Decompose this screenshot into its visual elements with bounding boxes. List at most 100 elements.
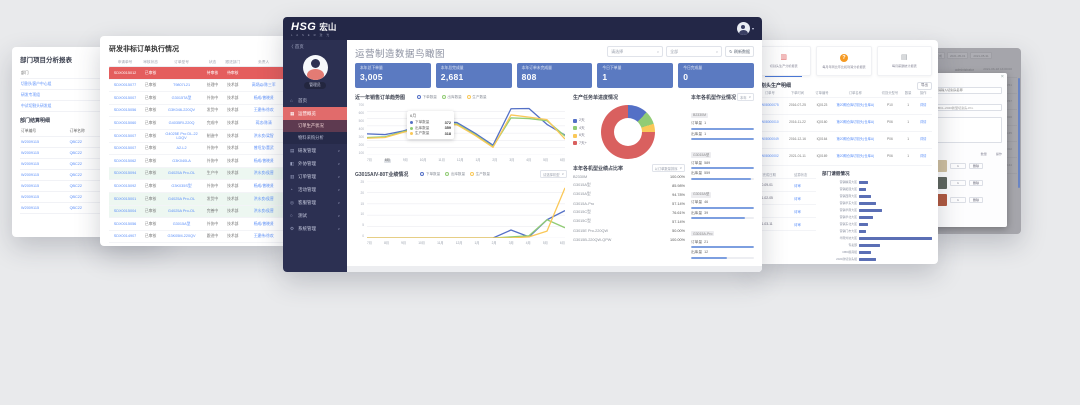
sidebar-item[interactable]: ◎ 客服管理 ∨ bbox=[283, 196, 347, 209]
horizontal-scrollbar[interactable] bbox=[347, 266, 762, 272]
model-cell[interactable]: G4035RI-220Q bbox=[160, 121, 203, 125]
share-sort-select[interactable]: 以订单数量排序 ∨ bbox=[652, 164, 686, 172]
table-row[interactable]: SDX0015012 已审核 待审核 待审核 bbox=[109, 67, 284, 80]
owner-link[interactable]: 洪水良/梁智 bbox=[243, 134, 284, 138]
order-id-link[interactable]: W2009115 bbox=[20, 161, 69, 167]
settle-status-link[interactable]: 待审 bbox=[794, 222, 816, 227]
request-id-cell[interactable]: SDX0015056 bbox=[109, 108, 141, 112]
refresh-data-button[interactable]: ↻ 刷新数据 bbox=[725, 46, 754, 57]
order-name-link[interactable]: QBC22 bbox=[69, 205, 103, 211]
dept-name-link[interactable]: 中试切割头研发组 bbox=[20, 103, 102, 109]
detail-link[interactable]: 详情 bbox=[914, 155, 932, 159]
order-name-link[interactable]: QBC22 bbox=[69, 150, 103, 156]
detail-link[interactable]: 详情 bbox=[914, 138, 932, 142]
request-id-cell[interactable]: SDX0015092 bbox=[109, 184, 141, 188]
order-name-link[interactable]: QBC22 bbox=[69, 183, 103, 189]
table-row[interactable]: SDX0015056 已审核 G3K046-220QV 发货中 技术部 王建伟/… bbox=[109, 105, 284, 118]
model-cell[interactable]: G4025E Pro DL-22 LDQV bbox=[160, 132, 203, 140]
owner-link[interactable]: 高炳焱/陈三军 bbox=[243, 83, 284, 87]
request-id-cell[interactable]: SDX0015004 bbox=[109, 209, 141, 213]
report-tab[interactable]: ▥ 切割头生产分析报表 bbox=[756, 46, 811, 76]
model-input[interactable] bbox=[935, 104, 1002, 111]
settle-status-link[interactable]: 待审 bbox=[794, 183, 816, 188]
quantity-input[interactable]: 1 bbox=[950, 180, 966, 186]
caret-down-icon[interactable]: ▾ bbox=[752, 26, 754, 31]
request-id-cell[interactable]: SDX0015001 bbox=[109, 197, 141, 201]
dept-name-link[interactable]: 研发专项组 bbox=[20, 92, 102, 98]
model-cell[interactable]: G4025A Pro-OL bbox=[160, 209, 203, 213]
order-name-cell[interactable]: 第20期仓库切割头(仓库A) bbox=[833, 121, 878, 125]
model-cell[interactable]: G3015A型 bbox=[160, 222, 203, 226]
legend-item[interactable]: 出库数量 bbox=[442, 95, 462, 100]
dept-name-link[interactable]: 切割头客户中心组 bbox=[20, 81, 102, 87]
request-id-cell[interactable]: SDX0015060 bbox=[109, 121, 141, 125]
legend-item[interactable]: 生产数量 bbox=[467, 95, 487, 100]
model-cell[interactable]: A2-L2 bbox=[160, 146, 203, 150]
sidebar-item-home[interactable]: ⌂ 首页 bbox=[283, 94, 347, 107]
back-home-link[interactable]: 〈 首页 bbox=[283, 40, 347, 52]
legend-item[interactable]: 生产数量 bbox=[470, 172, 490, 177]
quantity-input[interactable]: 1 bbox=[950, 163, 966, 169]
sidebar-item[interactable]: ◔ 活动管理 ∨ bbox=[283, 183, 347, 196]
delete-button[interactable]: 删除 bbox=[969, 163, 983, 169]
owner-link[interactable]: 杨成/曾晓贤 bbox=[243, 159, 284, 163]
export-button[interactable]: 导出 bbox=[917, 82, 932, 90]
legend-item[interactable]: 2天 bbox=[573, 118, 597, 123]
order-name-link[interactable]: QBC22 bbox=[69, 139, 103, 145]
owner-link[interactable]: 王建伟/徐欢 bbox=[243, 108, 284, 112]
column-header[interactable]: 订单型号 bbox=[160, 60, 203, 64]
close-icon[interactable]: × bbox=[1001, 75, 1004, 81]
request-id-cell[interactable]: SDX0015007 bbox=[109, 134, 141, 138]
request-id-cell[interactable]: SDX0015007 bbox=[109, 146, 141, 150]
table-row[interactable]: SDX0015007 已审核 G4025E Pro DL-22 LDQV 制造中… bbox=[109, 130, 284, 143]
request-id-cell[interactable]: SDX0015077 bbox=[109, 83, 141, 87]
legend-item[interactable]: 出库数量 bbox=[445, 172, 465, 177]
settle-status-link[interactable]: 待审 bbox=[794, 209, 816, 214]
table-row[interactable]: SDX0014906 已审核 TL300-E 制造中 技术部 赵明/林三彩 bbox=[109, 243, 284, 246]
legend-item[interactable]: 4天 bbox=[573, 126, 597, 131]
settle-status-link[interactable]: 待审 bbox=[794, 196, 816, 201]
order-id-link[interactable]: W2009115 bbox=[20, 172, 69, 178]
table-row[interactable]: SDX0015001 已审核 G4025A Pro-OL 发货中 技术部 洪水良… bbox=[109, 193, 284, 206]
model-cell[interactable]: G4025A Pro-OL bbox=[160, 171, 203, 175]
detail-link[interactable]: 详情 bbox=[914, 104, 932, 108]
table-row[interactable]: SDX0015094 已审核 G4025A Pro-OL 生产中 技术部 洪水良… bbox=[109, 168, 284, 181]
model-cell[interactable]: G3K05M-220QV bbox=[160, 234, 203, 238]
column-header[interactable]: 审核状态 bbox=[141, 60, 160, 64]
column-header[interactable]: 负责人 bbox=[243, 60, 284, 64]
order-name-cell[interactable]: 第20期仓库切割头(仓库A) bbox=[833, 138, 878, 142]
table-row[interactable]: SDX0015077 已审核 T9807L21 处理中 技术部 高炳焱/陈三军 bbox=[109, 80, 284, 93]
column-header[interactable]: 跟进部门 bbox=[222, 60, 243, 64]
table-row[interactable]: SDX0015092 已审核 G3K035S型 外协中 技术部 杨成/曾晓贤 bbox=[109, 180, 284, 193]
report-tab[interactable]: ▤ 每月薪酬统计报表 bbox=[877, 46, 932, 76]
legend-item[interactable]: 下单数量 bbox=[417, 95, 437, 100]
table-row[interactable]: SDX0015060 已审核 G4035RI-220Q 完成中 技术部 蒋忠/陈… bbox=[109, 117, 284, 130]
user-menu[interactable]: ▾ bbox=[737, 22, 754, 35]
column-header[interactable]: 申请单号 bbox=[109, 60, 141, 64]
request-id-cell[interactable]: SDX0015012 bbox=[109, 71, 141, 75]
model-cell[interactable]: G3K035S型 bbox=[160, 184, 203, 188]
profile-avatar[interactable] bbox=[303, 55, 328, 80]
request-id-cell[interactable]: SDX0015007 bbox=[109, 96, 141, 100]
owner-link[interactable]: 洪水良/侯营 bbox=[243, 197, 284, 201]
machine-period-select[interactable]: 本年 ∨ bbox=[737, 93, 754, 101]
table-row[interactable]: W08000049 2016-12-16 IQ0164 第20期仓库切割头(仓库… bbox=[756, 132, 932, 149]
order-id-link[interactable]: W2009115 bbox=[20, 205, 69, 211]
request-id-cell[interactable]: SDX0015094 bbox=[109, 171, 141, 175]
owner-link[interactable]: 曾绍龙/董武 bbox=[243, 146, 284, 150]
model-cell[interactable]: G3015TA型 bbox=[160, 96, 203, 100]
order-id-link[interactable]: W2009115 bbox=[20, 139, 69, 145]
filter-select-2[interactable]: 全部 ∨ bbox=[666, 46, 722, 57]
column-header[interactable]: 状态 bbox=[203, 60, 222, 64]
model-cell[interactable]: T9807L21 bbox=[160, 83, 203, 87]
name-input[interactable] bbox=[935, 87, 1002, 94]
request-id-cell[interactable]: SDX0014907 bbox=[109, 234, 141, 238]
table-row[interactable]: W08000002 2021-01-11 IQ0169 第20期仓库切割头(仓库… bbox=[756, 149, 932, 166]
report-tab[interactable]: ? 每月年同比环比和利润分析报表 bbox=[816, 46, 871, 76]
detail-link[interactable]: 详情 bbox=[914, 121, 932, 125]
owner-link[interactable]: 蒋忠/陈清 bbox=[243, 121, 284, 125]
delete-button[interactable]: 删除 bbox=[969, 197, 983, 203]
table-row[interactable]: SDX0015007 已审核 G3015TA型 外协中 技术部 杨成/曾晓贤 bbox=[109, 92, 284, 105]
table-row[interactable]: SDX0014907 已审核 G3K05M-220QV 跟进中 技术部 王建伟/… bbox=[109, 231, 284, 244]
table-row[interactable]: W08000075 2016-07-25 IQ0123 第20期仓库切割头(仓库… bbox=[756, 98, 932, 115]
